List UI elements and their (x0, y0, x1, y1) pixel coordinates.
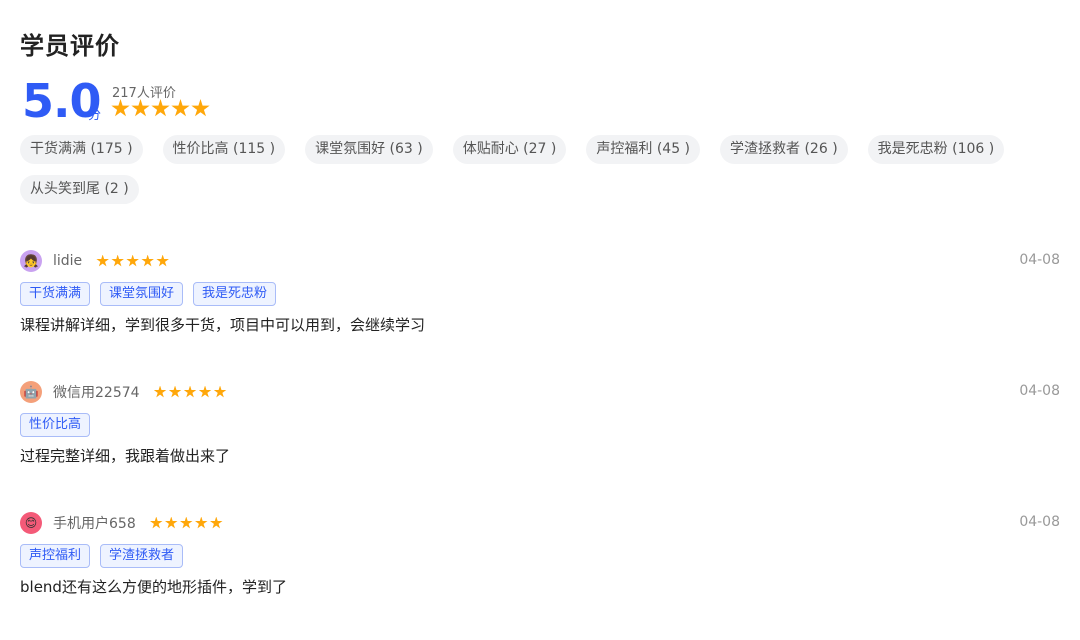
robot-avatar-icon[interactable]: 🤖 (20, 381, 42, 403)
star-icon (149, 516, 163, 529)
star-icon (213, 385, 227, 398)
star-icon (198, 385, 212, 398)
review-item: 👧 lidie 04-08 干货满满 课堂氛围好 我是死忠粉课程讲解详细，学到很多干货，项… (20, 249, 1060, 335)
review-tag: 课堂氛围好 (100, 282, 184, 306)
filter-tag[interactable]: 性价比高 (115 ) (162, 135, 286, 164)
review-tags: 干货满满 课堂氛围好 我是死忠粉 (20, 282, 1060, 306)
review-tags: 性价比高 (20, 413, 1060, 437)
review-rating-stars (153, 385, 227, 399)
star-icon (164, 516, 178, 529)
reviewer-name[interactable]: 手机用户658 (53, 513, 136, 533)
star-icon (126, 254, 139, 267)
reviewer-name[interactable]: 微信用22574 (53, 382, 140, 402)
smile-avatar-icon[interactable]: 😊 (20, 512, 42, 534)
star-icon (183, 385, 197, 398)
reviewer-name[interactable]: lidie (53, 253, 82, 269)
review-date: 04-08 (1019, 514, 1060, 530)
review-text: 过程完整详细，我跟着做出来了 (20, 447, 231, 465)
star-icon (156, 254, 169, 267)
review-date: 04-08 (1019, 383, 1060, 399)
star-icon (111, 254, 124, 267)
filter-tags: 干货满满 (175 ) 性价比高 (115 ) 课堂氛围好 (63 ) 体贴耐心 (2… (20, 135, 1020, 204)
review-date: 04-08 (1019, 252, 1060, 268)
review-tag: 我是死忠粉 (193, 282, 277, 306)
star-icon (96, 254, 109, 267)
review-text: 课程讲解详细，学到很多干货，项目中可以用到，会继续学习 (20, 316, 426, 334)
filter-tag[interactable]: 课堂氛围好 (63 ) (305, 135, 433, 164)
review-item: 😊 手机用户658 04-08 声控福利 学渣拯救者 blend还有这么方便的地形插件，学… (20, 511, 1060, 597)
review-tag: 干货满满 (20, 282, 91, 306)
filter-tag[interactable]: 体贴耐心 (27 ) (452, 135, 567, 164)
filter-tag[interactable]: 干货满满 (175 ) (20, 135, 143, 164)
review-rating-stars (96, 254, 169, 268)
review-tag: 学渣拯救者 (100, 544, 184, 568)
overall-rating-stars (111, 99, 210, 118)
review-tags: 声控福利 学渣拯救者 (20, 544, 1060, 568)
review-tag: 性价比高 (20, 413, 91, 437)
review-text: blend还有这么方便的地形插件，学到了 (20, 578, 287, 596)
filter-tag[interactable]: 我是死忠粉 (106 ) (867, 135, 1005, 164)
star-icon (194, 516, 208, 529)
star-icon (168, 385, 182, 398)
review-tag: 声控福利 (20, 544, 91, 568)
star-icon (141, 254, 154, 267)
star-icon (191, 99, 210, 117)
star-icon (131, 99, 150, 117)
filter-tag[interactable]: 学渣拯救者 (26 ) (720, 135, 848, 164)
star-icon (179, 516, 193, 529)
star-icon (171, 99, 190, 117)
review-item: 🤖 微信用22574 04-08 性价比高过程完整详细，我跟着做出来了 (20, 380, 1060, 466)
star-icon (153, 385, 167, 398)
page-title: 学员评价 (20, 32, 120, 60)
star-icon (209, 516, 223, 529)
filter-tag[interactable]: 从头笑到尾 (2 ) (20, 175, 139, 204)
girl-avatar-icon[interactable]: 👧 (20, 250, 42, 272)
review-rating-stars (149, 516, 223, 530)
filter-tag[interactable]: 声控福利 (45 ) (586, 135, 701, 164)
star-icon (151, 99, 170, 117)
star-icon (111, 99, 130, 117)
score-unit: 分 (88, 108, 102, 123)
